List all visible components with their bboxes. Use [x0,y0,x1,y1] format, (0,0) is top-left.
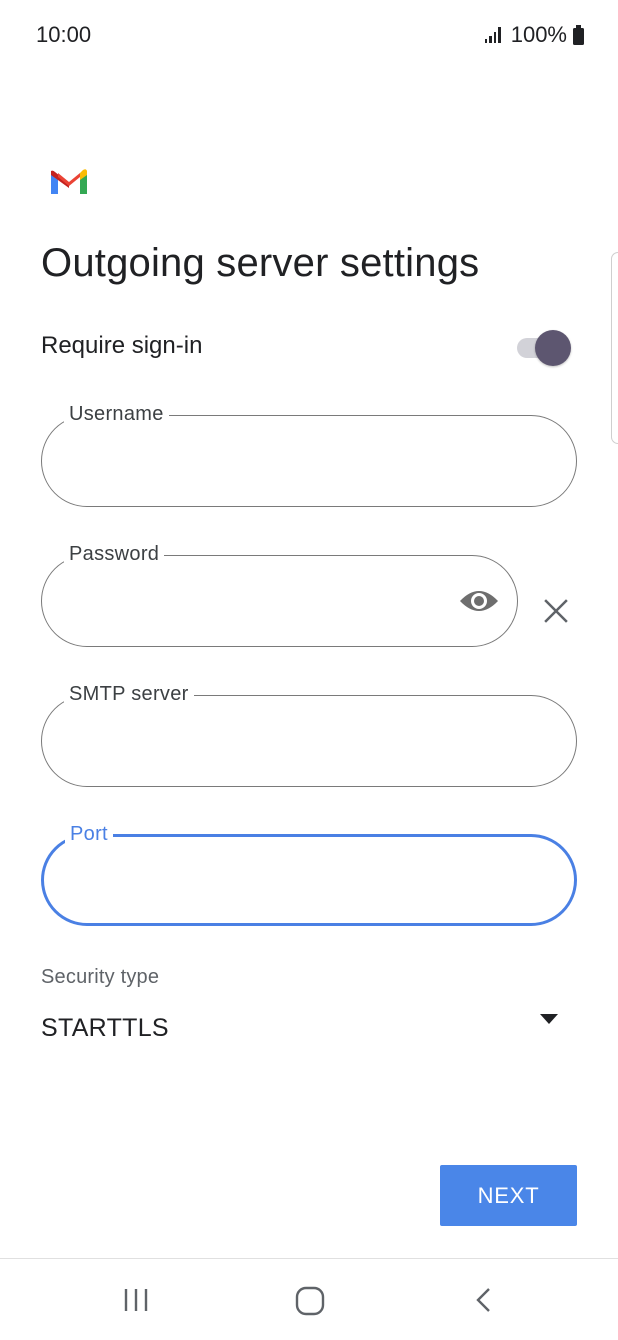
security-type-value: STARTTLS [41,1014,169,1042]
smtp-server-field[interactable]: SMTP server [41,681,577,787]
username-label: Username [64,401,169,427]
page-title: Outgoing server settings [41,241,480,285]
require-signin-row: Require sign-in [41,326,577,366]
next-button[interactable]: NEXT [440,1165,577,1226]
status-icons: 100% [484,22,584,48]
security-type-dropdown[interactable]: STARTTLS [41,1006,566,1050]
close-icon[interactable] [541,596,571,626]
signal-icon [484,27,501,43]
password-field[interactable]: Password [41,541,518,647]
eye-icon[interactable] [459,586,499,616]
navigation-bar [0,1259,618,1340]
back-icon[interactable] [464,1281,504,1321]
smtp-server-label: SMTP server [64,681,194,707]
require-signin-toggle[interactable] [517,330,573,366]
recent-apps-icon[interactable] [117,1281,157,1321]
battery-icon [573,25,584,45]
status-bar: 10:00 100% [0,0,618,72]
gmail-logo [48,164,90,201]
dropdown-arrow-icon [540,1014,558,1024]
battery-percent: 100% [510,22,567,47]
port-field[interactable]: Port [41,821,577,926]
toggle-thumb [535,330,571,366]
password-label: Password [64,541,165,567]
edge-panel-handle[interactable] [611,252,618,444]
status-time: 10:00 [36,22,92,47]
require-signin-label: Require sign-in [41,332,203,359]
username-field[interactable]: Username [41,401,577,507]
port-label: Port [65,821,113,847]
security-type-label: Security type [41,966,160,988]
home-icon[interactable] [290,1281,330,1321]
